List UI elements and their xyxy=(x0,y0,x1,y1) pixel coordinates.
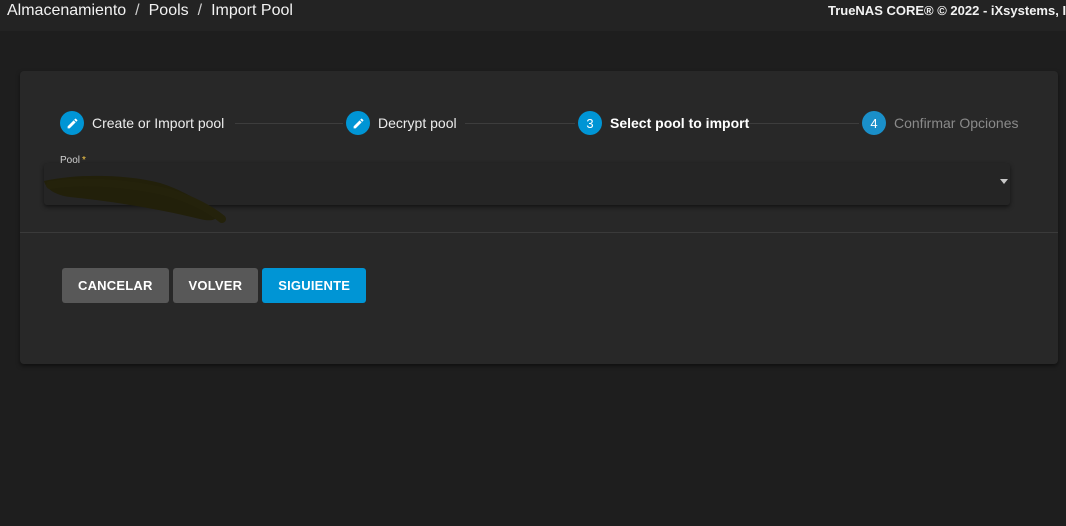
stepper-connector xyxy=(235,123,343,124)
redaction-scribble xyxy=(44,175,226,223)
breadcrumb-separator: / xyxy=(197,2,203,19)
step-label: Create or Import pool xyxy=(92,115,225,131)
import-pool-card: Create or Import pool Decrypt pool 3 Sel… xyxy=(20,71,1058,364)
card-divider xyxy=(20,232,1058,233)
next-button[interactable]: SIGUIENTE xyxy=(262,268,367,303)
breadcrumb-separator: / xyxy=(135,2,140,19)
top-bar: Almacenamiento / Pools / Import Pool TrueNAS… xyxy=(0,0,1066,31)
breadcrumb-item-pools[interactable]: Pools xyxy=(149,2,189,19)
step-number-badge: 3 xyxy=(578,111,602,135)
pool-field-label: Pool * xyxy=(60,155,86,166)
step-create-or-import[interactable]: Create or Import pool xyxy=(60,111,224,135)
step-decrypt-pool[interactable]: Decrypt pool xyxy=(346,111,457,135)
step-select-pool[interactable]: 3 Select pool to import xyxy=(578,111,749,135)
required-mark: * xyxy=(82,155,86,166)
stepper: Create or Import pool Decrypt pool 3 Sel… xyxy=(20,71,1058,151)
breadcrumb-item-import-pool: Import Pool xyxy=(211,2,293,19)
step-label: Select pool to import xyxy=(610,115,750,131)
breadcrumb: Almacenamiento / Pools / Import Pool xyxy=(7,2,293,20)
cancel-button[interactable]: CANCELAR xyxy=(62,268,169,303)
back-button[interactable]: VOLVER xyxy=(172,268,259,303)
pool-label-text: Pool xyxy=(60,155,81,166)
pencil-icon xyxy=(346,111,370,135)
stepper-connector xyxy=(749,123,859,124)
step-confirm-options[interactable]: 4 Confirmar Opciones xyxy=(862,111,1019,135)
stepper-connector xyxy=(465,123,575,124)
step-number-badge: 4 xyxy=(862,111,886,135)
step-label: Confirmar Opciones xyxy=(894,115,1019,131)
dropdown-arrow-icon[interactable] xyxy=(1000,179,1008,184)
action-bar: CANCELAR VOLVER SIGUIENTE xyxy=(62,268,367,303)
breadcrumb-item-storage[interactable]: Almacenamiento xyxy=(7,2,126,19)
pencil-icon xyxy=(60,111,84,135)
step-label: Decrypt pool xyxy=(378,115,457,131)
copyright-text: TrueNAS CORE® © 2022 - iXsystems, In xyxy=(827,3,1066,18)
